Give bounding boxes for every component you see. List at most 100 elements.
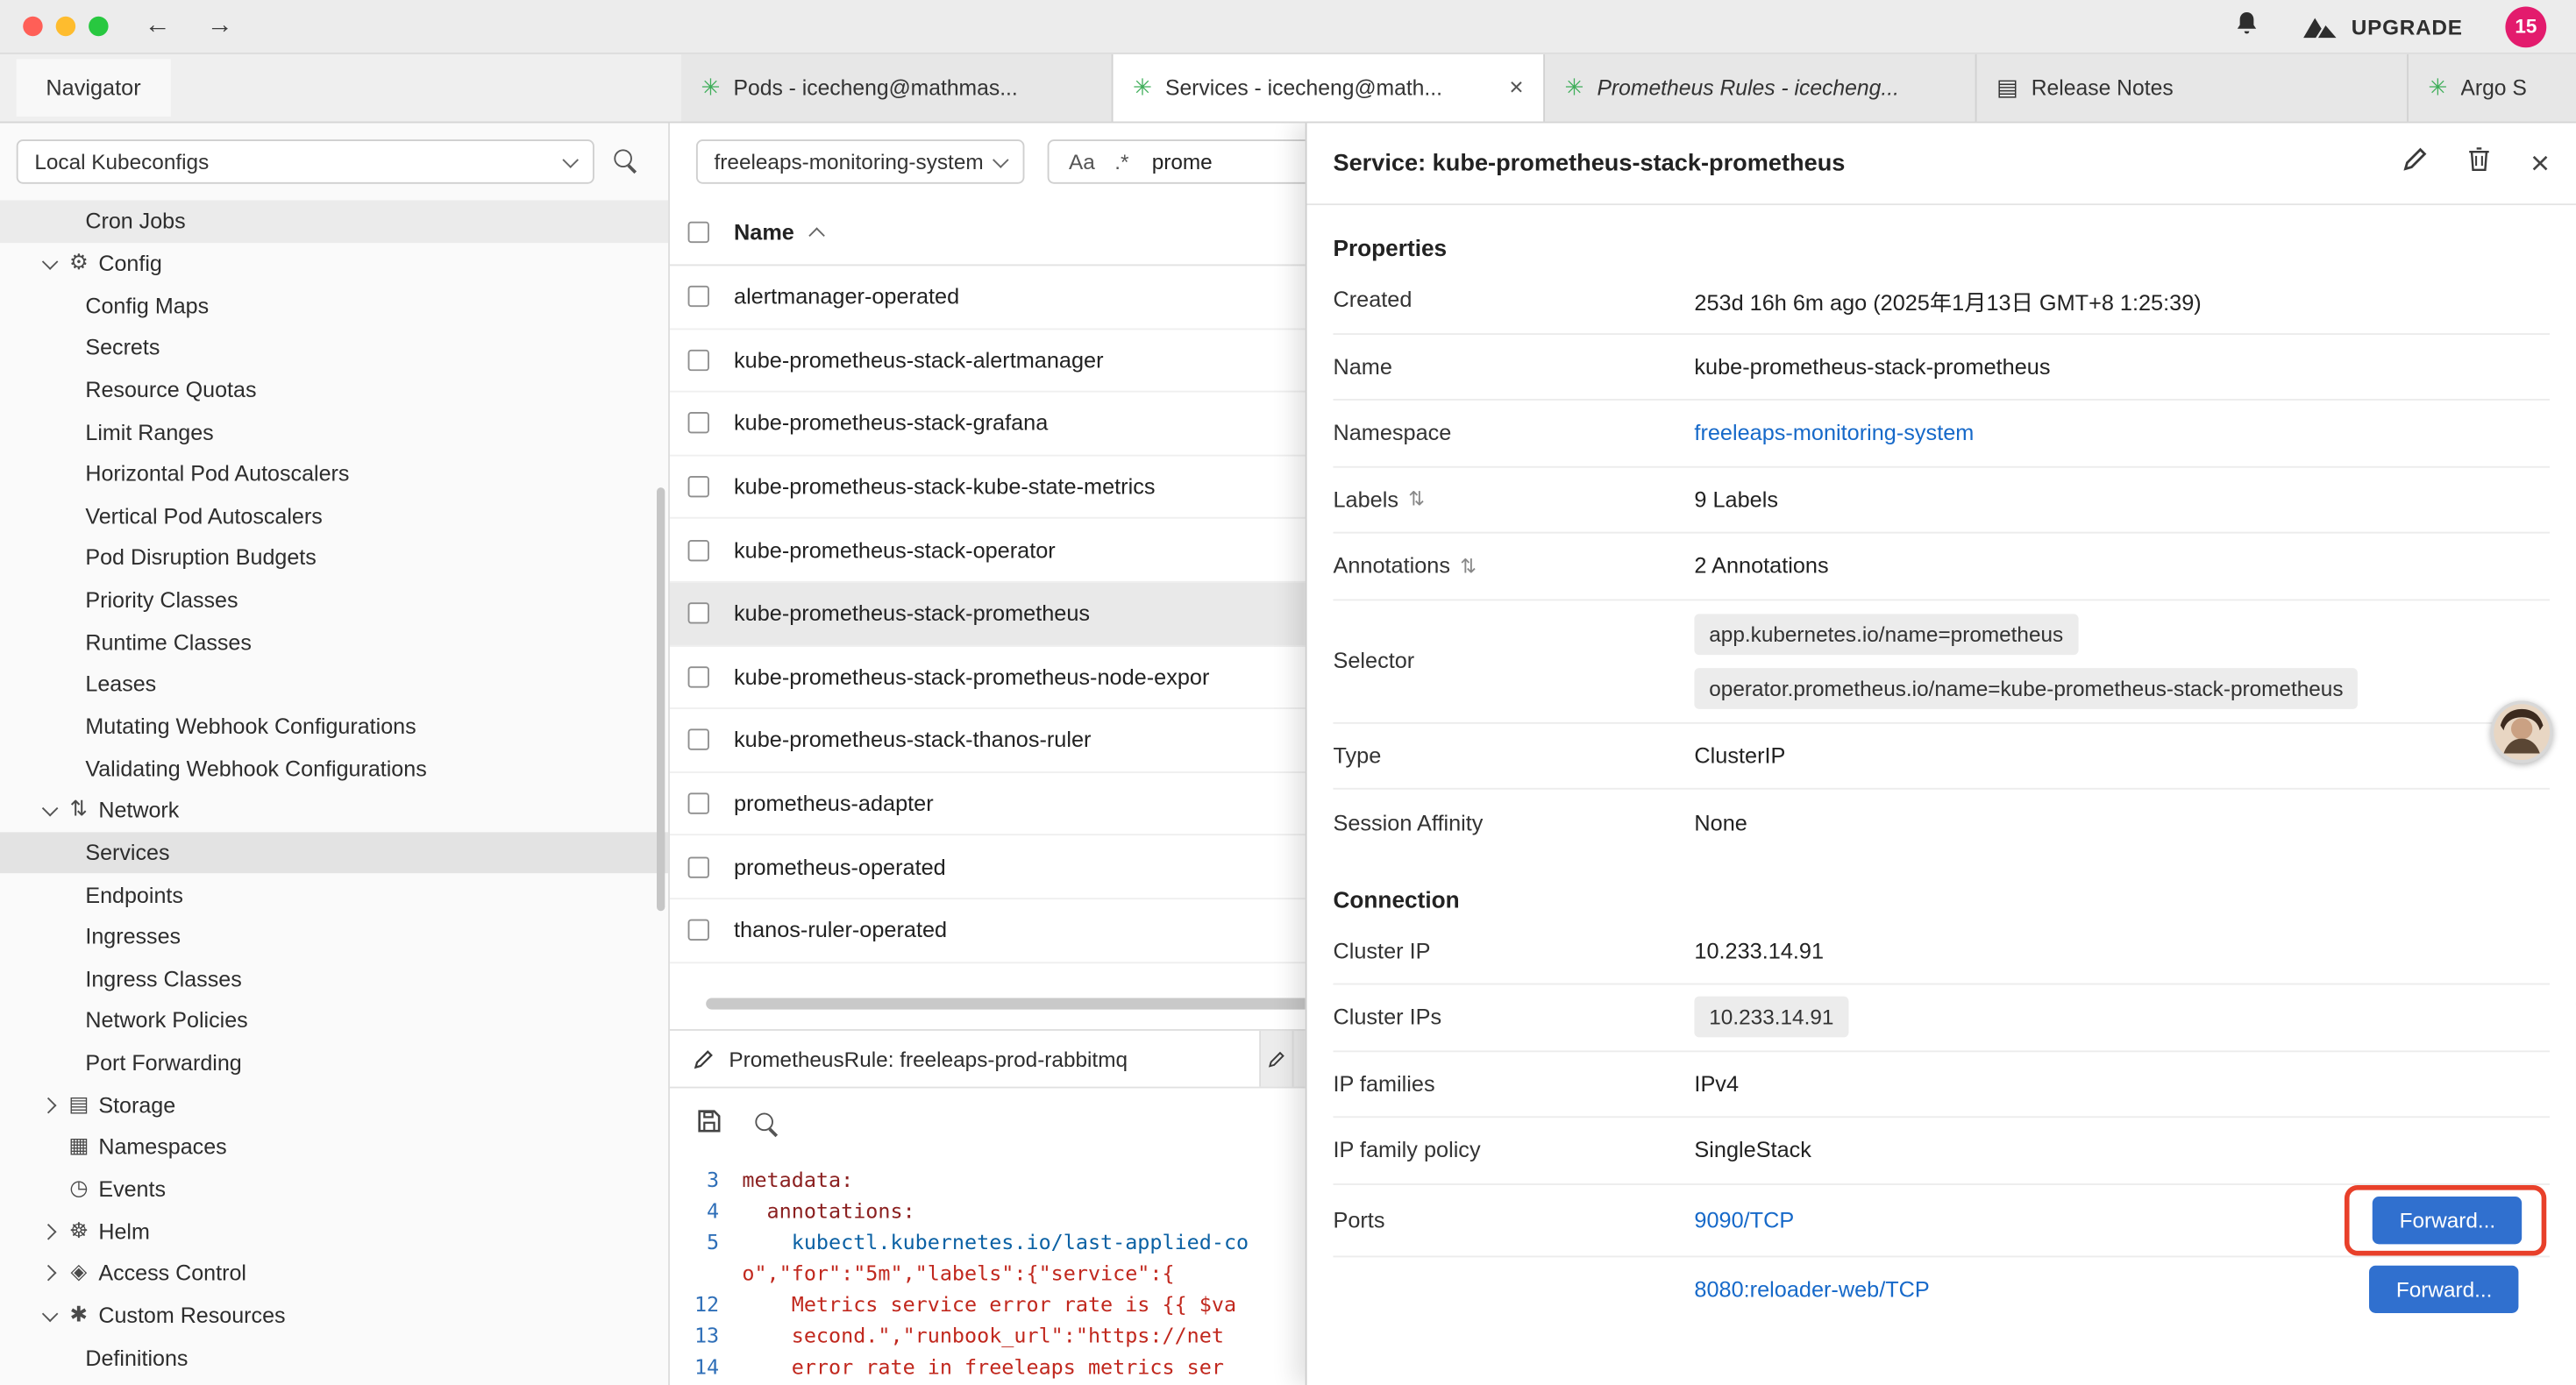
sidebar-item[interactable]: Mutating Webhook Configurations xyxy=(0,706,668,748)
name-column-header[interactable]: Name xyxy=(734,220,794,245)
dock-tab-partial[interactable] xyxy=(1261,1031,1293,1087)
forward-button[interactable]: Forward... xyxy=(2370,1266,2518,1313)
row-checkbox[interactable] xyxy=(688,856,709,877)
sidebar-item[interactable]: Ingress Classes xyxy=(0,958,668,1000)
app-tab[interactable]: ✳ Pods - icecheng@mathmas... × xyxy=(681,54,1113,122)
sidebar-item[interactable]: ☸ Helm xyxy=(0,1211,668,1253)
sidebar-item-label: Endpoints xyxy=(85,883,183,907)
app-tab[interactable]: ▤ Release Notes × xyxy=(1976,54,2408,122)
close-drawer-icon[interactable]: × xyxy=(2530,147,2550,180)
dock-tab-prometheusrule[interactable]: PrometheusRule: freeleaps-prod-rabbitmq xyxy=(670,1031,1261,1087)
delete-icon[interactable] xyxy=(2468,146,2491,181)
tab-label: Argo S xyxy=(2460,75,2527,100)
sidebar-item[interactable]: Resource Quotas xyxy=(0,368,668,410)
service-name: kube-prometheus-stack-alertmanager xyxy=(734,348,1104,373)
sidebar-scrollbar[interactable] xyxy=(657,487,665,911)
sort-toggle-icon[interactable]: ⇅ xyxy=(1408,488,1425,511)
regex-toggle[interactable]: .* xyxy=(1114,149,1128,174)
row-checkbox[interactable] xyxy=(688,793,709,814)
drawer-actions: × xyxy=(2402,146,2550,181)
sidebar-item-label: Network Policies xyxy=(85,1009,247,1033)
sidebar-item[interactable]: ✱ Custom Resources xyxy=(0,1295,668,1337)
namespace-selector[interactable]: freeleaps-monitoring-system xyxy=(696,139,1024,184)
namespace-link[interactable]: freeleaps-monitoring-system xyxy=(1694,421,1974,445)
sidebar-item[interactable]: ◈ Access Control xyxy=(0,1253,668,1295)
sidebar-item[interactable]: Services xyxy=(0,832,668,874)
expand-chevron-icon[interactable] xyxy=(36,1134,62,1161)
back-button[interactable]: ← xyxy=(145,11,171,41)
expand-chevron-icon[interactable] xyxy=(36,1303,62,1329)
expand-chevron-icon[interactable] xyxy=(36,1176,62,1203)
sidebar-item[interactable]: Horizontal Pod Autoscalers xyxy=(0,453,668,495)
sidebar-item-label: Access Control xyxy=(98,1261,246,1286)
row-checkbox[interactable] xyxy=(688,666,709,687)
editor-search-icon[interactable] xyxy=(755,1113,779,1138)
sidebar-item[interactable]: Ingresses xyxy=(0,916,668,958)
sidebar-item[interactable]: Port Forwarding xyxy=(0,1042,668,1084)
port-link[interactable]: 9090/TCP xyxy=(1694,1207,1794,1232)
app-tab[interactable]: ✳ Prometheus Rules - icecheng... × xyxy=(1545,54,1976,122)
sidebar-item[interactable]: ▤ Storage xyxy=(0,1084,668,1126)
sidebar-item[interactable]: ⇅ Network xyxy=(0,790,668,832)
row-checkbox[interactable] xyxy=(688,920,709,941)
sidebar-item[interactable]: Vertical Pod Autoscalers xyxy=(0,495,668,537)
sidebar-item[interactable]: Secrets xyxy=(0,326,668,368)
service-name: kube-prometheus-stack-grafana xyxy=(734,411,1048,436)
sidebar-item[interactable]: ◷ Events xyxy=(0,1168,668,1211)
expand-chevron-icon[interactable] xyxy=(36,1261,62,1287)
row-checkbox[interactable] xyxy=(688,539,709,560)
save-icon[interactable] xyxy=(696,1108,722,1142)
kubeconfig-selector[interactable]: Local Kubeconfigs xyxy=(17,139,594,184)
user-avatar[interactable] xyxy=(2491,701,2553,764)
upgrade-button[interactable]: UPGRADE xyxy=(2302,14,2463,39)
forward-button[interactable]: → xyxy=(207,11,233,41)
sidebar-item[interactable]: Endpoints xyxy=(0,874,668,916)
sidebar-search-icon[interactable] xyxy=(614,149,638,174)
selector-chips: app.kubernetes.io/name=prometheus operat… xyxy=(1694,600,2358,721)
row-checkbox[interactable] xyxy=(688,729,709,750)
sidebar-item[interactable]: Config Maps xyxy=(0,284,668,326)
app-tab[interactable]: ✳ Argo S × xyxy=(2409,54,2576,122)
app-tab[interactable]: ✳ Services - icecheng@math... × xyxy=(1114,54,1545,122)
row-checkbox[interactable] xyxy=(688,476,709,497)
port-link[interactable]: 8080:reloader-web/TCP xyxy=(1694,1277,1929,1302)
sidebar-item[interactable]: Leases xyxy=(0,664,668,706)
sidebar-item[interactable]: Definitions xyxy=(0,1337,668,1379)
edit-icon[interactable] xyxy=(2402,146,2429,181)
expand-chevron-icon[interactable] xyxy=(36,250,62,276)
sidebar-item-label: Storage xyxy=(98,1093,175,1118)
upgrade-label: UPGRADE xyxy=(2352,14,2463,39)
content-area: Local Kubeconfigs Cron Jobs ⚙ xyxy=(0,123,2576,1385)
detail-row-labels: Labels ⇅ 9 Labels xyxy=(1333,467,2550,534)
match-case-toggle[interactable]: Aa xyxy=(1069,149,1095,174)
row-checkbox[interactable] xyxy=(688,350,709,371)
row-checkbox[interactable] xyxy=(688,286,709,307)
sidebar-item[interactable]: Pod Disruption Budgets xyxy=(0,537,668,579)
tab-close-icon[interactable]: × xyxy=(1509,74,1523,102)
sidebar-item[interactable]: Priority Classes xyxy=(0,579,668,621)
expand-chevron-icon[interactable] xyxy=(36,1092,62,1119)
sidebar-item[interactable]: ▦ Namespaces xyxy=(0,1126,668,1168)
expand-chevron-icon[interactable] xyxy=(36,1218,62,1245)
sort-toggle-icon[interactable]: ⇅ xyxy=(1460,554,1477,577)
sort-ascending-icon[interactable] xyxy=(808,226,825,243)
window-zoom-button[interactable] xyxy=(89,17,108,36)
window-close-button[interactable] xyxy=(23,17,42,36)
sidebar-item[interactable]: ⚙ Config xyxy=(0,242,668,284)
row-checkbox[interactable] xyxy=(688,413,709,434)
notification-count-badge[interactable]: 15 xyxy=(2505,6,2546,47)
forward-button[interactable]: Forward... xyxy=(2373,1196,2522,1243)
sidebar-item[interactable]: Runtime Classes xyxy=(0,621,668,664)
select-all-checkbox[interactable] xyxy=(688,222,709,243)
annotations-label: Annotations xyxy=(1333,554,1450,579)
sidebar-item[interactable]: Cron Jobs xyxy=(0,200,668,242)
notifications-bell-icon[interactable] xyxy=(2235,9,2259,43)
search-input[interactable] xyxy=(1149,148,1297,176)
sidebar-item[interactable]: Validating Webhook Configurations xyxy=(0,748,668,790)
window-minimize-button[interactable] xyxy=(56,17,75,36)
row-checkbox[interactable] xyxy=(688,603,709,624)
expand-chevron-icon[interactable] xyxy=(36,798,62,824)
sidebar-item[interactable]: Limit Ranges xyxy=(0,411,668,453)
sidebar-item-label: Definitions xyxy=(85,1346,188,1370)
sidebar-item[interactable]: Network Policies xyxy=(0,1000,668,1042)
